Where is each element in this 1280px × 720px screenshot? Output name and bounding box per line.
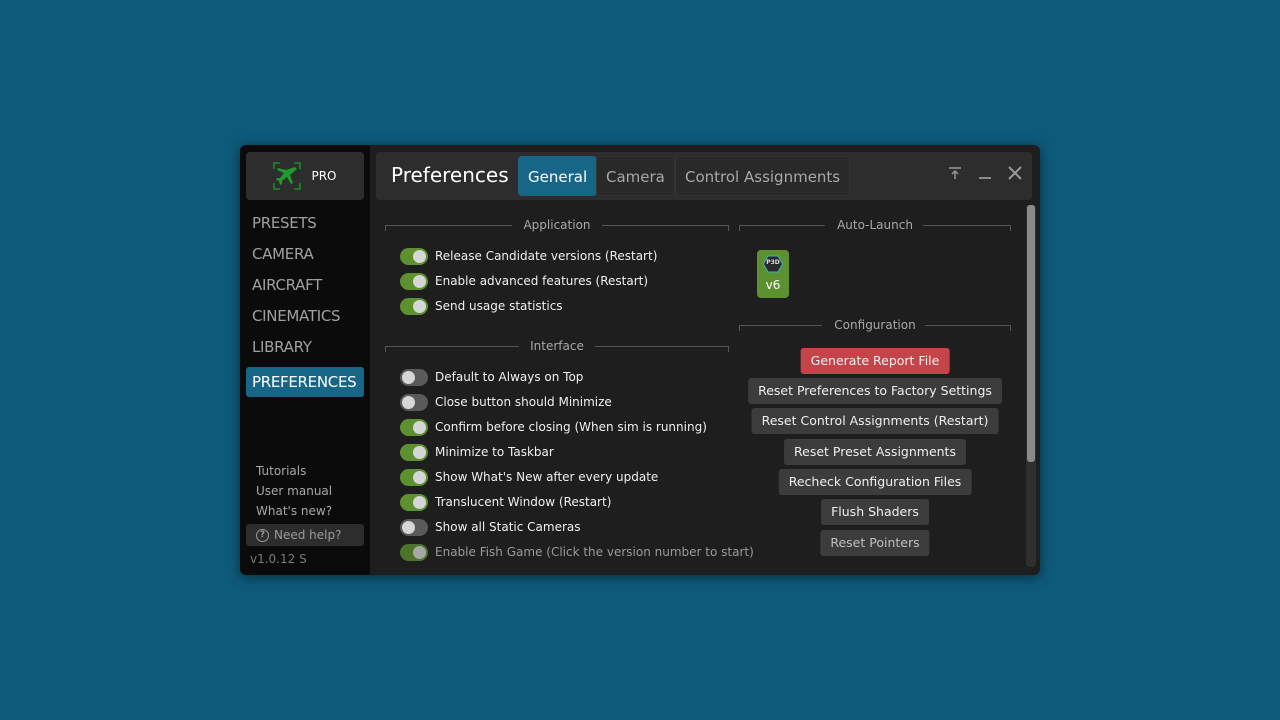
sidebar-links: Tutorials User manual What's new? [256,463,332,523]
flush-shaders-button[interactable]: Flush Shaders [821,499,929,525]
need-help-button[interactable]: ? Need help? [246,524,364,546]
toggle-switch[interactable] [400,543,428,561]
toggle-usage-statistics[interactable]: Send usage statistics [400,296,563,316]
interface-group-header: Interface [385,339,729,353]
p3d-auto-launch-button[interactable]: P3D v6 [757,250,789,298]
toggle-label: Default to Always on Top [435,370,584,384]
toggle-switch[interactable] [400,493,428,511]
toggle-translucent-window[interactable]: Translucent Window (Restart) [400,492,611,512]
configuration-group-title: Configuration [834,318,916,332]
application-group-header: Application [385,218,729,232]
toggle-advanced-features[interactable]: Enable advanced features (Restart) [400,271,648,291]
close-icon [1008,166,1022,180]
divider [595,346,729,352]
page-title: Preferences [391,163,509,187]
toggle-switch[interactable] [400,418,428,436]
auto-launch-group-title: Auto-Launch [837,218,913,232]
question-circle-icon: ? [256,528,269,542]
toggle-switch[interactable] [400,247,428,265]
p3d-badge-text: P3D [766,259,780,266]
toggle-switch[interactable] [400,368,428,386]
pin-on-top-button[interactable] [944,164,966,186]
toggle-switch[interactable] [400,443,428,461]
reset-pointers-button[interactable]: Reset Pointers [820,530,930,556]
divider [739,325,822,331]
logo[interactable]: PRO [246,152,364,200]
reset-control-assignments-button[interactable]: Reset Control Assignments (Restart) [751,408,999,434]
toggle-close-minimize[interactable]: Close button should Minimize [400,392,612,412]
divider [385,225,512,231]
toggle-switch[interactable] [400,272,428,290]
p3d-version-label: v6 [765,278,781,292]
toggle-label: Send usage statistics [435,299,563,313]
toggle-label: Release Candidate versions (Restart) [435,249,658,263]
toggle-label: Close button should Minimize [435,395,612,409]
scrollbar[interactable] [1026,205,1036,567]
toggle-fish-game[interactable]: Enable Fish Game (Click the version numb… [400,542,754,562]
generate-report-button[interactable]: Generate Report File [800,348,950,374]
toggle-label: Minimize to Taskbar [435,445,554,459]
toggle-switch[interactable] [400,393,428,411]
toggle-always-on-top[interactable]: Default to Always on Top [400,367,583,387]
close-button[interactable] [1004,164,1026,186]
application-group-title: Application [523,218,591,232]
tab-control-assignments[interactable]: Control Assignments [675,156,851,196]
minimize-button[interactable] [974,164,996,186]
sidebar-item-library[interactable]: LIBRARY [246,334,364,365]
sidebar-item-camera[interactable]: CAMERA [246,241,364,272]
toggle-label: Show all Static Cameras [435,520,581,534]
version-label[interactable]: v1.0.12 S [250,552,307,566]
toggle-label: Confirm before closing (When sim is runn… [435,420,707,434]
toggle-switch[interactable] [400,297,428,315]
need-help-label: Need help? [274,528,342,542]
sidebar-item-presets[interactable]: PRESETS [246,210,364,241]
whats-new-link[interactable]: What's new? [256,503,332,523]
auto-launch-group-header: Auto-Launch [739,218,1011,232]
toggle-whats-new[interactable]: Show What's New after every update [400,467,658,487]
interface-group-title: Interface [530,339,584,353]
divider [385,346,519,352]
pin-top-icon [949,167,961,179]
recheck-config-files-button[interactable]: Recheck Configuration Files [778,469,972,495]
toggle-label: Enable advanced features (Restart) [435,274,649,288]
sidebar-item-cinematics[interactable]: CINEMATICS [246,303,364,334]
app-window: PRO PRESETS CAMERA AIRCRAFT CINEMATICS L… [240,145,1040,575]
toggle-switch[interactable] [400,518,428,536]
toggle-minimize-taskbar[interactable]: Minimize to Taskbar [400,442,554,462]
sidebar-item-preferences[interactable]: PREFERENCES [246,367,364,397]
tab-camera[interactable]: Camera [596,156,675,196]
toggle-label: Enable Fish Game (Click the version numb… [435,545,754,559]
divider [925,325,1011,331]
user-manual-link[interactable]: User manual [256,483,332,503]
reset-preferences-button[interactable]: Reset Preferences to Factory Settings [748,378,1002,404]
header-bar: Preferences General Camera Control Assig… [376,152,1032,200]
toggle-release-candidate[interactable]: Release Candidate versions (Restart) [400,246,657,266]
sidebar-item-aircraft[interactable]: AIRCRAFT [246,272,364,303]
reset-preset-assignments-button[interactable]: Reset Preset Assignments [784,439,966,465]
edition-label: PRO [311,169,337,183]
divider [739,225,825,231]
scrollbar-thumb[interactable] [1027,205,1035,462]
toggle-static-cameras[interactable]: Show all Static Cameras [400,517,581,537]
sidebar-nav: PRESETS CAMERA AIRCRAFT CINEMATICS LIBRA… [246,210,364,397]
toggle-confirm-closing[interactable]: Confirm before closing (When sim is runn… [400,417,707,437]
toggle-label: Translucent Window (Restart) [435,495,612,509]
toggle-switch[interactable] [400,468,428,486]
tab-general[interactable]: General [518,156,598,196]
divider [923,225,1011,231]
airplane-logo-icon [273,162,302,190]
minimize-icon [979,177,991,179]
tutorials-link[interactable]: Tutorials [256,463,332,483]
sidebar: PRO PRESETS CAMERA AIRCRAFT CINEMATICS L… [240,145,370,575]
toggle-label: Show What's New after every update [435,470,659,484]
configuration-group-header: Configuration [739,318,1011,332]
preferences-content: Application Release Candidate versions (… [376,205,1022,575]
divider [602,225,729,231]
